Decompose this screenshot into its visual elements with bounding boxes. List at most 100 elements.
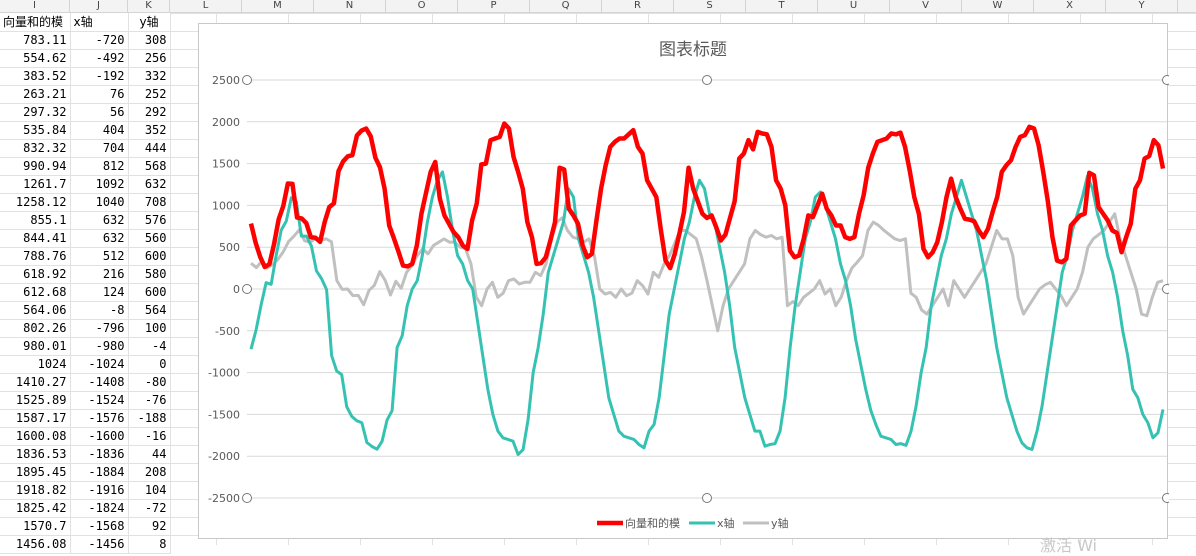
table-cell[interactable]: 632 [70,229,129,248]
table-cell[interactable]: 990.94 [0,157,71,176]
table-cell[interactable]: 208 [128,463,171,482]
table-cell[interactable]: 512 [70,247,129,266]
column-header-o[interactable]: O [386,0,458,12]
table-cell[interactable]: 788.76 [0,247,71,266]
table-cell[interactable]: 1258.12 [0,193,71,212]
table-cell[interactable]: 855.1 [0,211,71,230]
table-cell[interactable]: -80 [128,373,171,392]
table-cell[interactable]: 1570.7 [0,517,71,536]
header-y-cell[interactable]: y轴 [128,13,171,32]
table-cell[interactable]: -720 [70,31,129,50]
table-cell[interactable]: 216 [70,265,129,284]
table-cell[interactable]: 632 [128,175,171,194]
table-cell[interactable]: 0 [128,355,171,374]
table-cell[interactable]: 44 [128,445,171,464]
column-header-t[interactable]: T [746,0,818,12]
table-cell[interactable]: 612.68 [0,283,71,302]
table-cell[interactable]: 352 [128,121,171,140]
table-cell[interactable]: 812 [70,157,129,176]
table-cell[interactable]: 76 [70,85,129,104]
table-cell[interactable]: -1456 [70,535,129,554]
table-cell[interactable]: -8 [70,301,129,320]
table-cell[interactable]: 832.32 [0,139,71,158]
table-cell[interactable]: 92 [128,517,171,536]
table-cell[interactable]: 618.92 [0,265,71,284]
resize-handle[interactable] [1162,75,1172,85]
column-header-w[interactable]: W [962,0,1034,12]
table-cell[interactable]: 263.21 [0,85,71,104]
table-cell[interactable]: -1916 [70,481,129,500]
table-cell[interactable]: 444 [128,139,171,158]
table-cell[interactable]: 783.11 [0,31,71,50]
legend[interactable]: 向量和的模 x轴 y轴 [597,516,789,530]
resize-handle[interactable] [702,493,712,503]
table-cell[interactable]: 56 [70,103,129,122]
table-cell[interactable]: 844.41 [0,229,71,248]
table-cell[interactable]: -796 [70,319,129,338]
table-cell[interactable]: 256 [128,49,171,68]
header-magnitude-cell[interactable]: 向量和的模 [0,13,71,32]
resize-handle[interactable] [702,75,712,85]
table-cell[interactable]: 1918.82 [0,481,71,500]
table-cell[interactable]: 404 [70,121,129,140]
table-cell[interactable]: 568 [128,157,171,176]
chart-title[interactable]: 图表标题 [659,40,727,60]
column-header-n[interactable]: N [314,0,386,12]
table-cell[interactable]: 308 [128,31,171,50]
table-cell[interactable]: 252 [128,85,171,104]
y-axis[interactable]: 2500 2000 1500 1000 500 0 -500 -1000 -1500 -2000 -… [208,74,240,505]
table-cell[interactable]: 1040 [70,193,129,212]
table-cell[interactable]: -1576 [70,409,129,428]
table-cell[interactable]: 564 [128,301,171,320]
table-cell[interactable]: -1884 [70,463,129,482]
table-cell[interactable]: 564.06 [0,301,71,320]
table-cell[interactable]: 332 [128,67,171,86]
column-header-r[interactable]: R [602,0,674,12]
table-cell[interactable]: 600 [128,247,171,266]
table-cell[interactable]: 576 [128,211,171,230]
column-header-s[interactable]: S [674,0,746,12]
column-header-j[interactable]: J [70,0,128,12]
table-cell[interactable]: 297.32 [0,103,71,122]
table-cell[interactable]: -1824 [70,499,129,518]
column-header-k[interactable]: K [128,0,170,12]
table-cell[interactable]: 580 [128,265,171,284]
table-cell[interactable]: 600 [128,283,171,302]
resize-handle[interactable] [242,493,252,503]
table-cell[interactable]: 104 [128,481,171,500]
table-cell[interactable]: 383.52 [0,67,71,86]
table-cell[interactable]: -4 [128,337,171,356]
table-cell[interactable]: 704 [70,139,129,158]
table-cell[interactable]: 535.84 [0,121,71,140]
table-cell[interactable]: -76 [128,391,171,410]
table-cell[interactable]: 1836.53 [0,445,71,464]
table-cell[interactable]: 632 [70,211,129,230]
table-cell[interactable]: -188 [128,409,171,428]
table-cell[interactable]: 554.62 [0,49,71,68]
table-cell[interactable]: 1092 [70,175,129,194]
table-cell[interactable]: -1524 [70,391,129,410]
header-x-cell[interactable]: x轴 [70,13,129,32]
table-cell[interactable]: 8 [128,535,171,554]
table-cell[interactable]: -1568 [70,517,129,536]
table-cell[interactable]: 1895.45 [0,463,71,482]
table-cell[interactable]: -1600 [70,427,129,446]
column-header-u[interactable]: U [818,0,890,12]
chart-container[interactable]: 图表标题 2500 2000 1500 1000 500 0 -500 -1000 -1500 -… [198,23,1172,539]
resize-handle[interactable] [1162,284,1172,294]
table-cell[interactable]: -72 [128,499,171,518]
table-cell[interactable]: 708 [128,193,171,212]
table-cell[interactable]: -16 [128,427,171,446]
column-header-v[interactable]: V [890,0,962,12]
column-header-x[interactable]: X [1034,0,1106,12]
resize-handle[interactable] [242,284,252,294]
column-header-p[interactable]: P [458,0,530,12]
resize-handle[interactable] [242,75,252,85]
series-line-2[interactable] [250,212,1164,333]
table-cell[interactable]: 1600.08 [0,427,71,446]
table-cell[interactable]: -1408 [70,373,129,392]
table-cell[interactable]: 1525.89 [0,391,71,410]
table-cell[interactable]: 124 [70,283,129,302]
table-cell[interactable]: -980 [70,337,129,356]
table-cell[interactable]: 1825.42 [0,499,71,518]
